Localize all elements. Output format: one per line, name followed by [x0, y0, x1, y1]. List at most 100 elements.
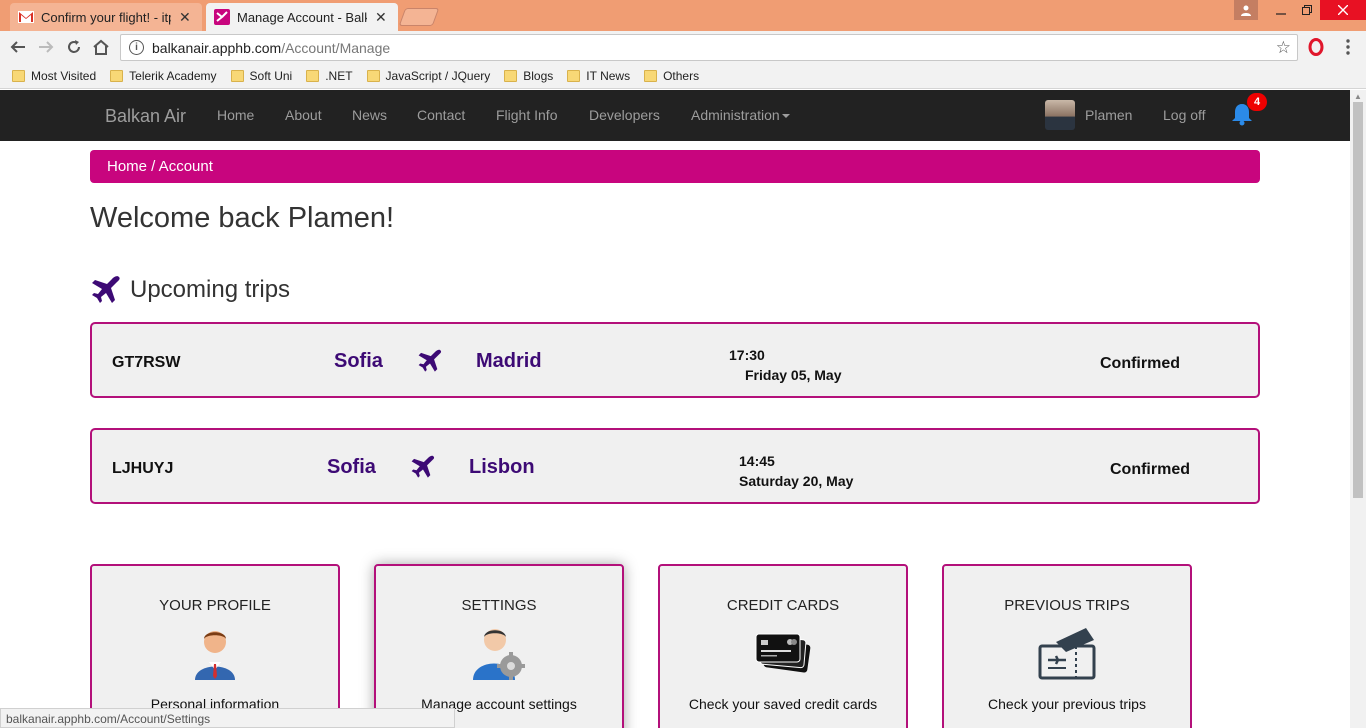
brand-link[interactable]: Balkan Air	[105, 106, 186, 127]
nav-home[interactable]: Home	[217, 107, 254, 123]
tab-title: Confirm your flight! - itpl	[41, 9, 171, 25]
breadcrumb[interactable]: Home / Account	[90, 150, 1260, 183]
page-title: Welcome back Plamen!	[90, 202, 395, 234]
section-title: Upcoming trips	[130, 276, 291, 303]
nav-administration[interactable]: Administration	[691, 107, 790, 123]
nav-news[interactable]: News	[352, 107, 387, 123]
user-settings-icon	[471, 626, 527, 687]
home-icon[interactable]	[91, 37, 111, 57]
forward-arrow-icon[interactable]	[36, 37, 56, 57]
scroll-up-icon[interactable]: ▲	[1354, 92, 1362, 101]
balkan-air-favicon	[214, 9, 230, 25]
info-icon[interactable]: i	[129, 40, 144, 55]
folder-icon	[567, 69, 581, 82]
card-title: CREDIT CARDS	[726, 597, 840, 614]
bookmark-label: .NET	[325, 68, 353, 83]
bookmark-item[interactable]: Others	[644, 69, 699, 83]
close-window-icon[interactable]	[1320, 0, 1366, 20]
departure-date: Friday 05, May	[745, 367, 842, 383]
trip-status: Confirmed	[1100, 355, 1180, 372]
site-navbar: Balkan Air Home About News Contact Fligh…	[0, 90, 1350, 141]
avatar[interactable]	[1045, 100, 1075, 130]
card-title: PREVIOUS TRIPS	[1004, 597, 1130, 614]
bookmark-star-icon[interactable]: ☆	[1276, 38, 1291, 58]
destination-city: Madrid	[476, 350, 542, 372]
bookmark-item[interactable]: Blogs	[504, 69, 553, 83]
tab-gmail[interactable]: Confirm your flight! - itpl ✕	[10, 3, 202, 31]
card-description: Check your saved credit cards	[688, 696, 878, 712]
page-scrollbar[interactable]: ▲	[1350, 90, 1366, 728]
bookmark-item[interactable]: IT News	[567, 69, 630, 83]
origin-city: Sofia	[327, 456, 376, 478]
tab-close-icon[interactable]: ✕	[179, 9, 191, 26]
booking-code: LJHUYJ	[112, 460, 174, 477]
bookmark-item[interactable]: .NET	[306, 68, 353, 83]
url-path: /Account/Manage	[281, 39, 391, 56]
nav-contact[interactable]: Contact	[417, 107, 465, 123]
card-title: SETTINGS	[461, 597, 537, 614]
url-host: balkanair.apphb.com	[152, 39, 282, 56]
trip-status: Confirmed	[1110, 461, 1190, 478]
browser-toolbar: i balkanair.apphb.com/Account/Manage ☆	[0, 31, 1366, 63]
gmail-icon	[18, 9, 34, 25]
menu-icon[interactable]	[1338, 37, 1358, 57]
reload-icon[interactable]	[64, 37, 84, 57]
tab-title: Manage Account - Balkan	[237, 9, 367, 25]
nav-logoff[interactable]: Log off	[1163, 107, 1206, 123]
user-profile-icon	[191, 626, 239, 685]
profile-card[interactable]: YOUR PROFILE Personal information	[90, 564, 340, 728]
nav-administration-label: Administration	[691, 107, 780, 123]
title-bar: Confirm your flight! - itpl ✕ Manage Acc…	[0, 0, 1366, 31]
folder-icon	[230, 69, 244, 82]
bookmark-label: Others	[663, 68, 700, 83]
origin-city: Sofia	[334, 350, 383, 372]
address-bar[interactable]: i balkanair.apphb.com/Account/Manage ☆	[120, 34, 1298, 61]
credit-cards-icon	[753, 632, 813, 679]
tab-close-icon[interactable]: ✕	[375, 9, 387, 26]
bookmark-label: Soft Uni	[249, 68, 293, 83]
status-bar: balkanair.apphb.com/Account/Settings	[0, 708, 455, 728]
trip-card[interactable]: LJHUYJ Sofia Lisbon 14:45 Saturday 20, M…	[90, 428, 1260, 504]
bookmark-item[interactable]: JavaScript / JQuery	[366, 69, 490, 83]
notification-badge: 4	[1247, 93, 1267, 111]
departure-time: 17:30	[729, 347, 765, 363]
nav-flight-info[interactable]: Flight Info	[496, 107, 557, 123]
ticket-icon	[1036, 626, 1098, 687]
trip-card[interactable]: GT7RSW Sofia Madrid 17:30 Friday 05, May…	[90, 322, 1260, 398]
back-arrow-icon[interactable]	[8, 37, 28, 57]
nav-about[interactable]: About	[285, 107, 322, 123]
airplane-icon	[90, 274, 122, 311]
departure-date: Saturday 20, May	[739, 473, 854, 489]
minimize-icon[interactable]	[1268, 0, 1294, 20]
nav-user[interactable]: Plamen	[1085, 107, 1132, 123]
bookmark-label: Most Visited	[31, 68, 97, 83]
folder-icon	[12, 69, 25, 82]
caret-down-icon	[781, 114, 790, 119]
settings-card[interactable]: SETTINGS Manage account settings	[374, 564, 624, 728]
folder-icon	[306, 69, 320, 82]
card-title: YOUR PROFILE	[159, 597, 271, 614]
booking-code: GT7RSW	[112, 354, 181, 371]
nav-developers[interactable]: Developers	[589, 107, 660, 123]
folder-icon	[644, 69, 658, 82]
new-tab-button[interactable]	[398, 8, 440, 26]
departure-time: 14:45	[739, 453, 775, 469]
folder-icon	[504, 69, 518, 82]
bookmarks-bar: Most Visited Telerik Academy Soft Uni .N…	[0, 63, 1366, 89]
airplane-icon	[410, 454, 436, 485]
user-profile-icon[interactable]	[1234, 0, 1258, 20]
bookmark-label: Telerik Academy	[129, 68, 217, 83]
restore-icon[interactable]	[1294, 0, 1320, 20]
credit-cards-card[interactable]: CREDIT CARDS Check your saved credit car…	[658, 564, 908, 728]
card-description: Check your previous trips	[988, 696, 1146, 712]
bookmark-label: Blogs	[523, 68, 554, 83]
bookmark-item[interactable]: Telerik Academy	[110, 68, 217, 83]
scrollbar-thumb[interactable]	[1353, 102, 1363, 498]
bookmark-item[interactable]: Most Visited	[12, 69, 96, 83]
airplane-icon	[417, 348, 443, 379]
previous-trips-card[interactable]: PREVIOUS TRIPS Check your previous trips	[942, 564, 1192, 728]
tab-manage-account[interactable]: Manage Account - Balkan ✕	[206, 3, 398, 31]
bookmark-item[interactable]: Soft Uni	[230, 68, 293, 83]
folder-icon	[110, 69, 124, 82]
opera-icon[interactable]	[1306, 37, 1326, 57]
